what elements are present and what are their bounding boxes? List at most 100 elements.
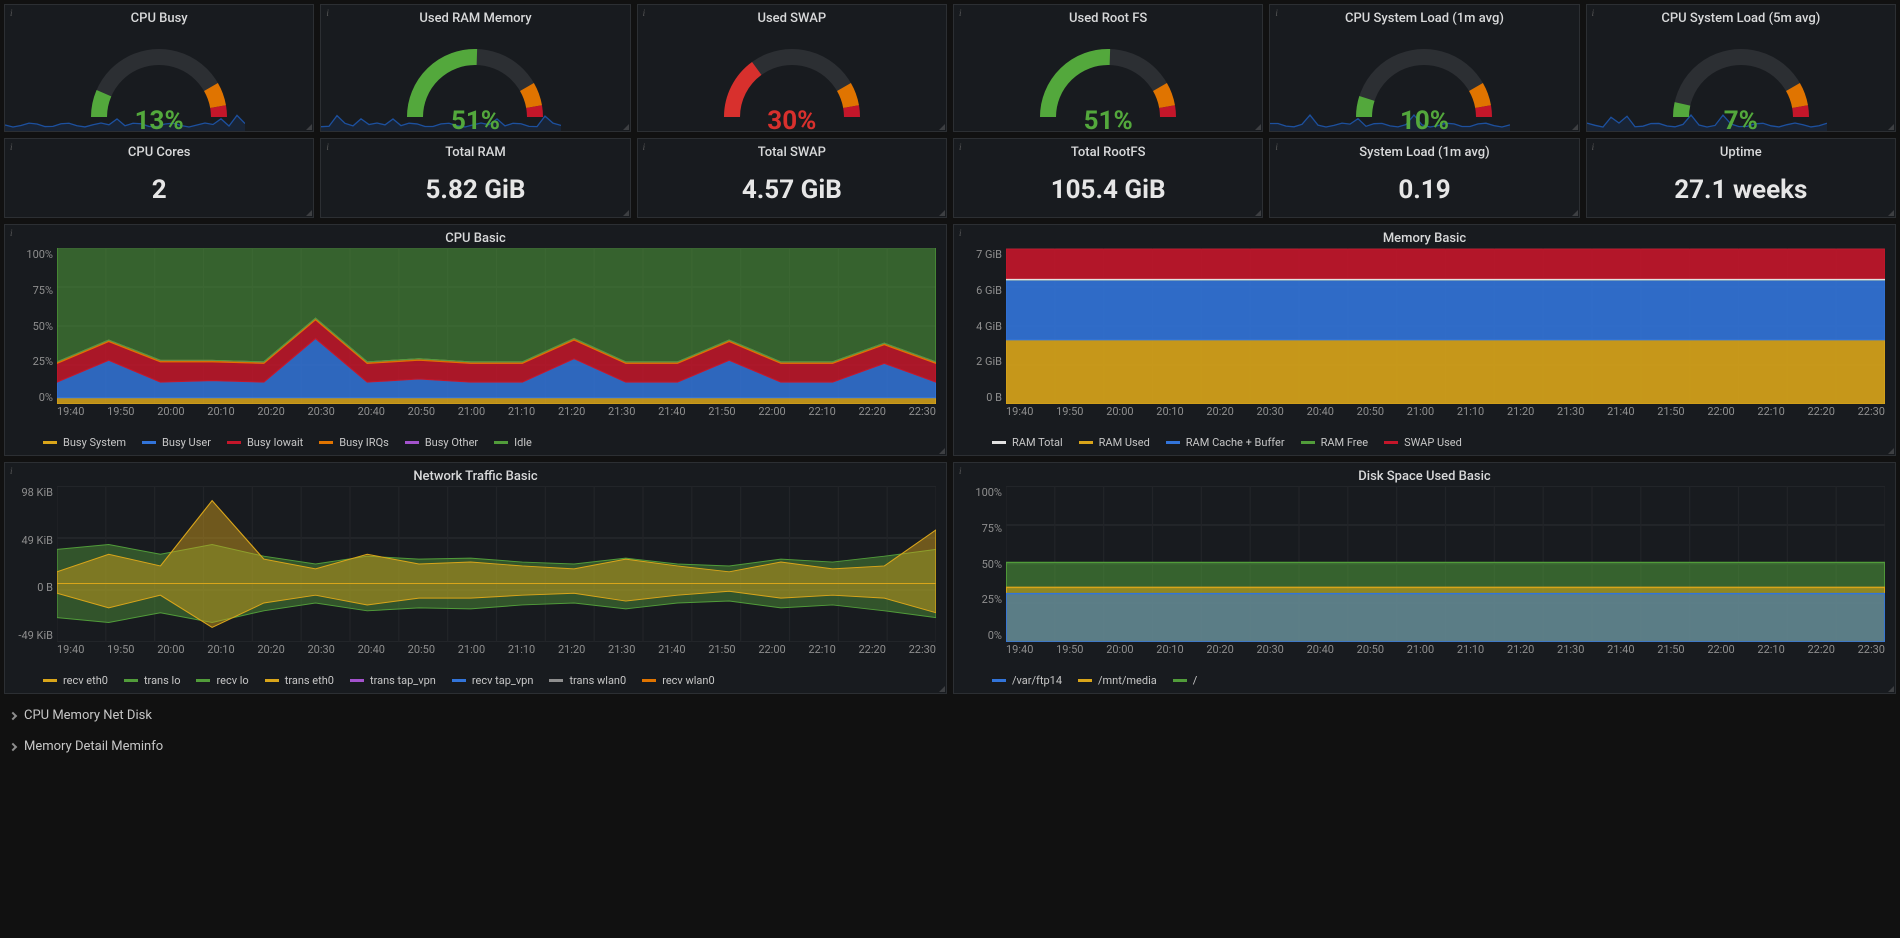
info-icon[interactable]: i bbox=[1275, 142, 1278, 152]
legend-label: recv eth0 bbox=[63, 674, 108, 687]
legend-item[interactable]: /mnt/media bbox=[1078, 674, 1157, 687]
resize-handle[interactable] bbox=[1888, 448, 1894, 454]
stat-panel[interactable]: i Total RAM 5.82 GiB bbox=[320, 138, 630, 218]
resize-handle[interactable] bbox=[939, 210, 945, 216]
info-icon[interactable]: i bbox=[10, 228, 13, 238]
stat-value: 0.19 bbox=[1270, 162, 1578, 217]
legend-swatch bbox=[1384, 441, 1398, 444]
resize-handle[interactable] bbox=[1572, 210, 1578, 216]
legend-item[interactable]: Busy User bbox=[142, 436, 211, 449]
panel-title: Total RAM bbox=[321, 139, 629, 162]
info-icon[interactable]: i bbox=[326, 142, 329, 152]
legend-item[interactable]: RAM Cache + Buffer bbox=[1166, 436, 1285, 449]
info-icon[interactable]: i bbox=[959, 466, 962, 476]
resize-handle[interactable] bbox=[1255, 124, 1261, 130]
row-title: CPU Memory Net Disk bbox=[24, 708, 152, 723]
resize-handle[interactable] bbox=[1255, 210, 1261, 216]
resize-handle[interactable] bbox=[939, 448, 945, 454]
stat-panel[interactable]: i Uptime 27.1 weeks bbox=[1586, 138, 1896, 218]
stat-panel[interactable]: i Total SWAP 4.57 GiB bbox=[637, 138, 947, 218]
xaxis-tick: 21:40 bbox=[658, 405, 685, 418]
legend-item[interactable]: Busy System bbox=[43, 436, 126, 449]
info-icon[interactable]: i bbox=[1592, 142, 1595, 152]
legend-item[interactable]: recv eth0 bbox=[43, 674, 108, 687]
legend-item[interactable]: RAM Free bbox=[1301, 436, 1369, 449]
yaxis-tick: 0% bbox=[11, 391, 53, 404]
stat-panel[interactable]: i System Load (1m avg) 0.19 bbox=[1269, 138, 1579, 218]
legend-item[interactable]: recv tap_vpn bbox=[452, 674, 534, 687]
legend-label: trans lo bbox=[144, 674, 181, 687]
info-icon[interactable]: i bbox=[643, 142, 646, 152]
legend-item[interactable]: recv wlan0 bbox=[642, 674, 714, 687]
info-icon[interactable]: i bbox=[959, 228, 962, 238]
legend-item[interactable]: Busy IRQs bbox=[319, 436, 389, 449]
info-icon[interactable]: i bbox=[1592, 8, 1595, 18]
xaxis-tick: 21:20 bbox=[558, 405, 585, 418]
resize-handle[interactable] bbox=[939, 686, 945, 692]
xaxis-tick: 22:10 bbox=[808, 405, 835, 418]
info-icon[interactable]: i bbox=[959, 8, 962, 18]
gauge-panel[interactable]: i CPU Busy 13% bbox=[4, 4, 314, 132]
panel-title: CPU System Load (5m avg) bbox=[1587, 5, 1895, 28]
panel-title: Total RootFS bbox=[954, 139, 1262, 162]
legend-item[interactable]: Busy Other bbox=[405, 436, 478, 449]
panel-memory-basic[interactable]: i Memory Basic 7 GiB6 GiB4 GiB2 GiB0 B 1… bbox=[953, 224, 1896, 456]
resize-handle[interactable] bbox=[1572, 124, 1578, 130]
resize-handle[interactable] bbox=[1888, 124, 1894, 130]
info-icon[interactable]: i bbox=[10, 142, 13, 152]
legend-item[interactable]: trans eth0 bbox=[265, 674, 334, 687]
panel-cpu-basic[interactable]: i CPU Basic 100%75%50%25%0% 19:4019:5020… bbox=[4, 224, 947, 456]
chart-body: 100%75%50%25%0% 19:4019:5020:0020:1020:2… bbox=[964, 486, 1885, 670]
legend-item[interactable]: recv lo bbox=[196, 674, 248, 687]
info-icon[interactable]: i bbox=[326, 8, 329, 18]
xaxis-tick: 20:40 bbox=[1307, 643, 1334, 656]
info-icon[interactable]: i bbox=[643, 8, 646, 18]
resize-handle[interactable] bbox=[623, 124, 629, 130]
resize-handle[interactable] bbox=[306, 210, 312, 216]
info-icon[interactable]: i bbox=[10, 8, 13, 18]
legend-item[interactable]: /var/ftp14 bbox=[992, 674, 1062, 687]
info-icon[interactable]: i bbox=[10, 466, 13, 476]
legend-item[interactable]: SWAP Used bbox=[1384, 436, 1462, 449]
xaxis-tick: 21:00 bbox=[458, 643, 485, 656]
resize-handle[interactable] bbox=[1888, 210, 1894, 216]
info-icon[interactable]: i bbox=[1275, 8, 1278, 18]
xaxis-tick: 21:30 bbox=[608, 405, 635, 418]
yaxis-tick: 49 KiB bbox=[11, 534, 53, 547]
collapsed-row[interactable]: CPU Memory Net Disk bbox=[4, 700, 1896, 731]
xaxis-tick: 22:30 bbox=[1858, 405, 1885, 418]
gauge-panel[interactable]: i CPU System Load (5m avg) 7% bbox=[1586, 4, 1896, 132]
panel-disk-basic[interactable]: i Disk Space Used Basic 100%75%50%25%0% … bbox=[953, 462, 1896, 694]
xaxis-tick: 21:40 bbox=[1607, 405, 1634, 418]
gauge-panel[interactable]: i Used Root FS 51% bbox=[953, 4, 1263, 132]
gauge-value: 51% bbox=[1084, 106, 1133, 131]
legend-item[interactable]: trans lo bbox=[124, 674, 181, 687]
xaxis-tick: 19:40 bbox=[1006, 643, 1033, 656]
legend-swatch bbox=[1301, 441, 1315, 444]
collapsed-row[interactable]: Memory Detail Meminfo bbox=[4, 731, 1896, 762]
legend-item[interactable]: RAM Total bbox=[992, 436, 1063, 449]
legend-item[interactable]: trans wlan0 bbox=[549, 674, 626, 687]
panel-network-basic[interactable]: i Network Traffic Basic 98 KiB49 KiB0 B-… bbox=[4, 462, 947, 694]
xaxis-tick: 19:50 bbox=[107, 405, 134, 418]
stat-panel[interactable]: i Total RootFS 105.4 GiB bbox=[953, 138, 1263, 218]
legend-swatch bbox=[992, 441, 1006, 444]
gauge-panel[interactable]: i CPU System Load (1m avg) 10% bbox=[1269, 4, 1579, 132]
info-icon[interactable]: i bbox=[959, 142, 962, 152]
stat-panel[interactable]: i CPU Cores 2 bbox=[4, 138, 314, 218]
resize-handle[interactable] bbox=[306, 124, 312, 130]
legend-item[interactable]: Idle bbox=[494, 436, 532, 449]
legend-swatch bbox=[1078, 679, 1092, 682]
legend-item[interactable]: RAM Used bbox=[1079, 436, 1150, 449]
resize-handle[interactable] bbox=[1888, 686, 1894, 692]
legend-label: Busy Iowait bbox=[247, 436, 303, 449]
gauge-value: 10% bbox=[1400, 106, 1449, 131]
legend-item[interactable]: Busy Iowait bbox=[227, 436, 303, 449]
gauge-panel[interactable]: i Used RAM Memory 51% bbox=[320, 4, 630, 132]
resize-handle[interactable] bbox=[623, 210, 629, 216]
xaxis-tick: 22:10 bbox=[1757, 405, 1784, 418]
legend-item[interactable]: / bbox=[1173, 674, 1198, 687]
legend-item[interactable]: trans tap_vpn bbox=[350, 674, 436, 687]
resize-handle[interactable] bbox=[939, 124, 945, 130]
gauge-panel[interactable]: i Used SWAP 30% bbox=[637, 4, 947, 132]
